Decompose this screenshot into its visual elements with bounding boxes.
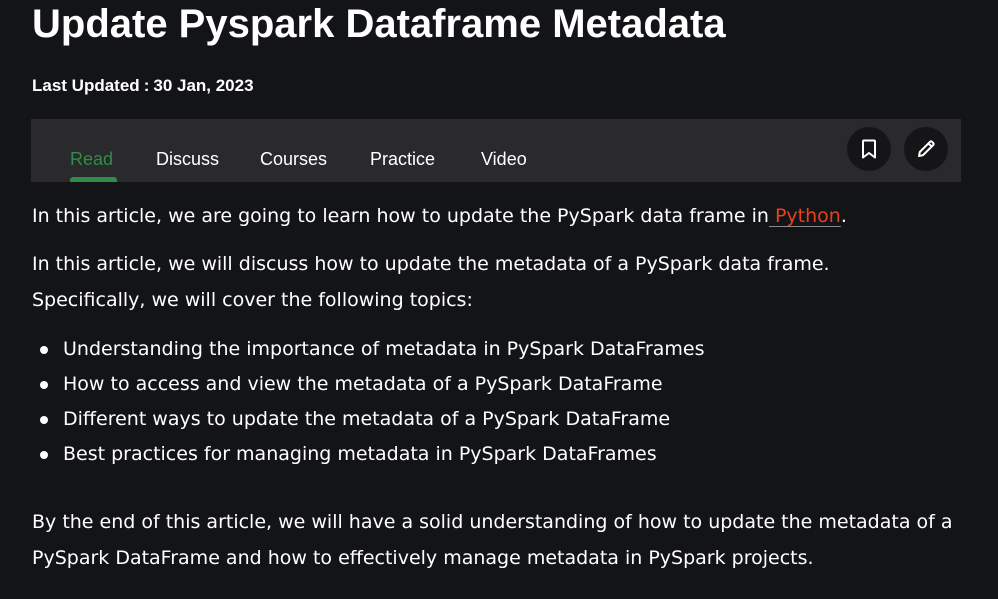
article-tab-bar: Read Discuss Courses Practice Video <box>31 119 961 182</box>
last-updated-separator: : <box>143 76 150 95</box>
bookmark-icon <box>862 139 876 159</box>
last-updated-label: Last Updated <box>32 76 140 95</box>
python-link[interactable]: Python <box>769 205 841 227</box>
bookmark-button[interactable] <box>847 127 891 171</box>
conclusion-paragraph: By the end of this article, we will have… <box>32 511 953 569</box>
intro-paragraph: In this article, we are going to learn h… <box>32 198 847 234</box>
tab-read[interactable]: Read <box>70 147 113 171</box>
list-item: Best practices for managing metadata in … <box>32 437 704 472</box>
page-title: Update Pyspark Dataframe Metadata <box>32 2 726 46</box>
tab-discuss[interactable]: Discuss <box>156 147 219 171</box>
last-updated: Last Updated:30 Jan, 2023 <box>32 75 254 97</box>
list-item: How to access and view the metadata of a… <box>32 367 704 402</box>
list-item: Different ways to update the metadata of… <box>32 402 704 437</box>
tab-courses[interactable]: Courses <box>260 147 327 171</box>
tab-video[interactable]: Video <box>481 147 527 171</box>
tab-practice[interactable]: Practice <box>370 147 435 171</box>
intro-text: In this article, we are going to learn h… <box>32 205 769 227</box>
topics-list: Understanding the importance of metadata… <box>32 332 704 472</box>
intro-period: . <box>840 205 847 227</box>
pencil-icon <box>918 140 935 157</box>
list-item: Understanding the importance of metadata… <box>32 332 704 367</box>
active-tab-indicator <box>70 177 117 182</box>
overview-paragraph: In this article, we will discuss how to … <box>32 253 830 311</box>
last-updated-date: 30 Jan, 2023 <box>153 76 254 95</box>
edit-button[interactable] <box>904 127 948 171</box>
